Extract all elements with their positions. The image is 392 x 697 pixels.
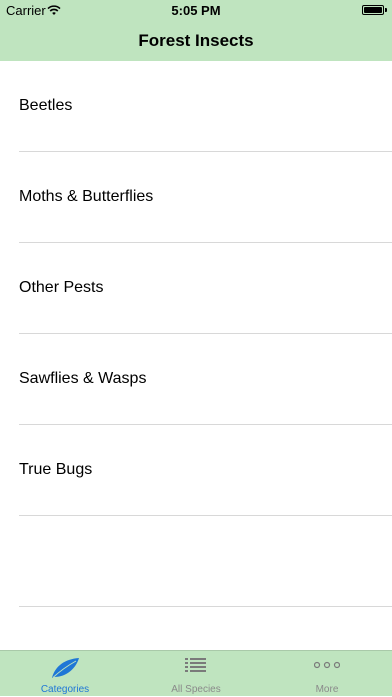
tab-label: More <box>315 684 339 695</box>
page-title: Forest Insects <box>138 31 254 50</box>
tab-label: Categories <box>40 684 90 695</box>
category-label: True Bugs <box>19 461 93 478</box>
category-label: Moths & Butterflies <box>19 188 154 205</box>
status-time: 5:05 PM <box>171 3 221 18</box>
tab-all-species[interactable]: All Species <box>131 651 261 697</box>
tab-bar: Categories All Species More <box>0 650 392 696</box>
category-row-moths-butterflies[interactable]: Moths & Butterflies <box>0 152 392 243</box>
category-label: Other Pests <box>19 279 104 296</box>
category-label: Beetles <box>19 97 73 114</box>
category-list: Beetles Moths & Butterflies Other Pests … <box>0 61 392 650</box>
tab-categories[interactable]: Categories <box>0 651 130 697</box>
category-row-true-bugs[interactable]: True Bugs <box>0 425 392 516</box>
tab-label: All Species <box>171 684 221 695</box>
tab-more[interactable]: More <box>262 651 392 697</box>
status-bar: Carrier 5:05 PM <box>0 0 392 20</box>
navigation-header: Carrier 5:05 PM Forest Insects <box>0 0 392 61</box>
category-row-beetles[interactable]: Beetles <box>0 61 392 152</box>
category-label: Sawflies & Wasps <box>19 370 147 387</box>
empty-row <box>0 516 392 607</box>
battery-icon <box>362 5 387 15</box>
leaf-icon <box>52 658 79 678</box>
more-icon <box>314 661 340 669</box>
category-row-other-pests[interactable]: Other Pests <box>0 243 392 334</box>
category-row-sawflies-wasps[interactable]: Sawflies & Wasps <box>0 334 392 425</box>
list-icon <box>185 658 206 672</box>
